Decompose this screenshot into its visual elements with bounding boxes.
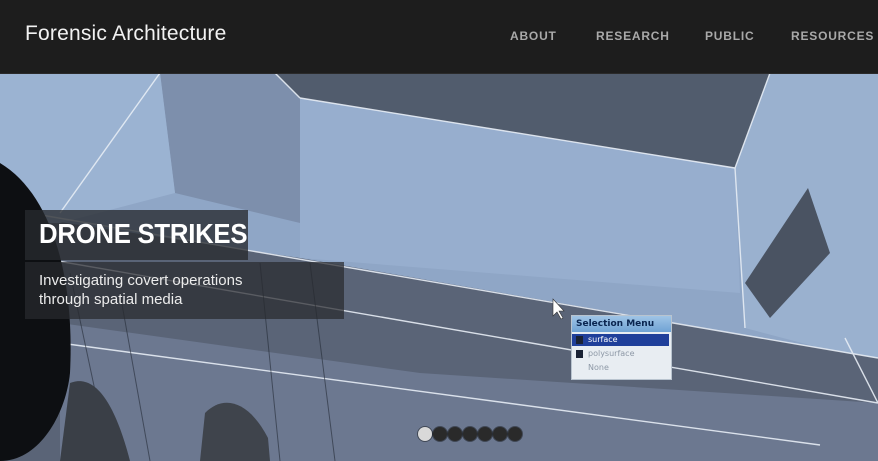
swatch-icon	[576, 336, 583, 344]
slide-title-box[interactable]: DRONE STRIKES	[25, 210, 248, 260]
nav-resources[interactable]: RESOURCES	[791, 29, 874, 43]
selection-menu-title: Selection Menu	[572, 316, 671, 332]
selection-menu: Selection Menu surface polysurface None	[571, 315, 672, 380]
slider-dot-3[interactable]	[448, 427, 462, 441]
selection-option-none: None	[588, 363, 609, 372]
slider-dot-5[interactable]	[478, 427, 492, 441]
slider-dot-6[interactable]	[493, 427, 507, 441]
slider-dot-7[interactable]	[508, 427, 522, 441]
slider-dot-1[interactable]	[418, 427, 432, 441]
slider-dot-4[interactable]	[463, 427, 477, 441]
main-nav: ABOUT RESEARCH PUBLIC RESOURCES	[0, 29, 878, 45]
slide-subtitle-box: Investigating covert operations through …	[25, 262, 344, 319]
nav-research[interactable]: RESEARCH	[596, 29, 670, 43]
site-header: Forensic Architecture ABOUT RESEARCH PUB…	[0, 0, 878, 74]
slider-dot-2[interactable]	[433, 427, 447, 441]
slide-subtitle-line-1: Investigating covert operations	[39, 272, 243, 289]
nav-public[interactable]: PUBLIC	[705, 29, 754, 43]
slide-subtitle-line-2: through spatial media	[39, 291, 183, 308]
nav-about[interactable]: ABOUT	[510, 29, 557, 43]
swatch-icon	[576, 350, 583, 358]
selection-option-polysurface: polysurface	[572, 348, 669, 360]
slide-title[interactable]: DRONE STRIKES	[39, 218, 248, 250]
slider-pagination	[418, 427, 538, 441]
selection-option-surface: surface	[572, 334, 669, 346]
